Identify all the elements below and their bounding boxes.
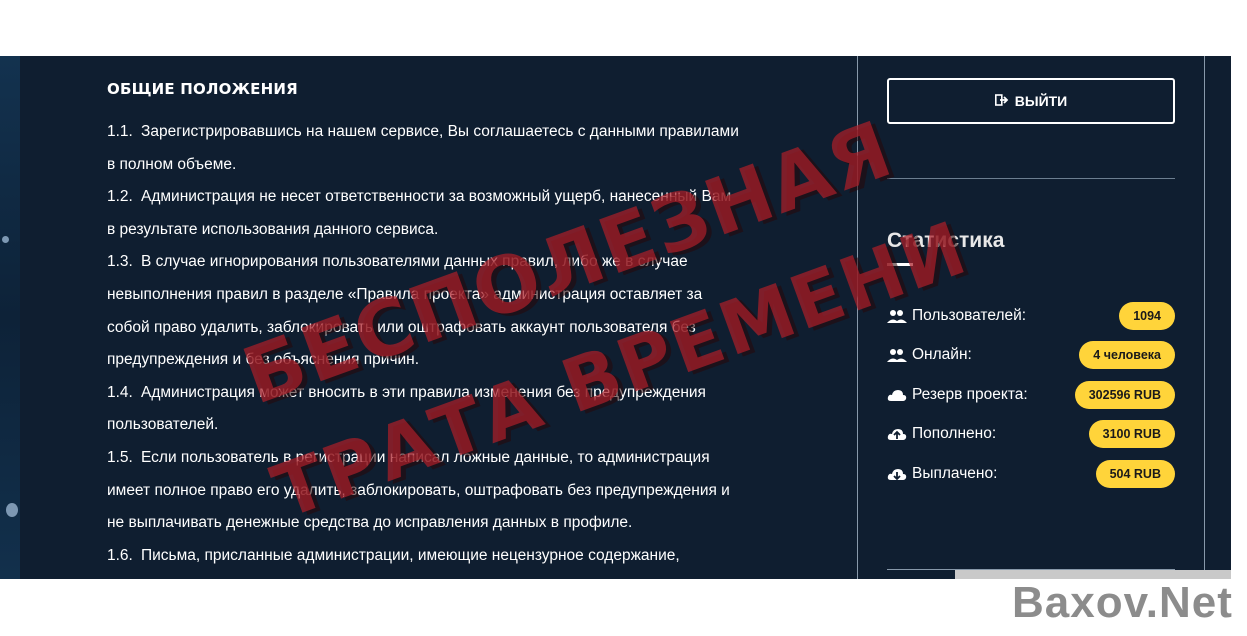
- rule-text: в полном объеме.: [107, 155, 237, 173]
- rule-number: 1.3.: [107, 253, 133, 271]
- rules-lines: 1.1. Зарегистрировавшись на нашем сервисе…: [107, 116, 827, 572]
- stat-row: Пользователей: 1094: [887, 296, 1175, 336]
- rule-number: 1.1.: [107, 123, 133, 140]
- decor-dot: [2, 236, 9, 243]
- decor-dot: [6, 503, 18, 517]
- rule-text: в результате использования данного серви…: [107, 220, 439, 238]
- sidebar: ВЫЙТИ Статистика Пользователей: 1094 Онлай…: [887, 78, 1175, 494]
- column-divider-right: [1204, 56, 1205, 579]
- stat-label-wrap: Онлайн:: [887, 346, 972, 364]
- stat-label-wrap: Выплачено:: [887, 465, 997, 483]
- rule-line: 1.1. Зарегистрировавшись на нашем сервисе…: [107, 116, 827, 149]
- rule-text: Администрация не несет ответственности з…: [141, 188, 732, 206]
- rule-line: 1.2. Администрация не несет ответственнос…: [107, 181, 827, 214]
- stats-list: Пользователей: 1094 Онлайн: 4 человека Резер…: [887, 296, 1175, 494]
- stat-row: Пополнено: 3100 RUB: [887, 415, 1175, 455]
- rule-line: собой право удалить, заблокировать или о…: [107, 312, 827, 345]
- stat-value-badge: 302596 RUB: [1074, 380, 1175, 409]
- sign-out-icon: [994, 93, 1009, 109]
- rule-line: 1.6. Письма, присланные администрации, им…: [107, 540, 827, 573]
- stat-value-badge: 1094: [1119, 301, 1175, 330]
- stat-label: Резерв проекта:: [912, 385, 1028, 403]
- rule-text: Письма, присланные администрации, имеющи…: [141, 546, 680, 564]
- stat-row: Выплачено: 504 RUB: [887, 454, 1175, 494]
- rule-text: В случае игнорирования пользователями да…: [141, 253, 688, 271]
- rule-line: в результате использования данного серви…: [107, 214, 827, 247]
- cloud-download-icon: [887, 467, 907, 481]
- stat-row: Онлайн: 4 человека: [887, 336, 1175, 376]
- rule-text: Зарегистрировавшись на нашем сервисе, Вы…: [141, 123, 739, 140]
- users-icon: [887, 348, 907, 363]
- rule-text: Если пользователь в регистрации написал …: [141, 448, 710, 466]
- rule-line: имеет полное право его удалить, заблокир…: [107, 475, 827, 508]
- rules-content: ОБЩИЕ ПОЛОЖЕНИЯ 1.1. Зарегистрировавшись …: [107, 80, 827, 572]
- right-edge-strip: [1231, 56, 1247, 579]
- stat-label: Пользователей:: [912, 306, 1027, 324]
- rule-text: невыполнения правил в разделе «Правила п…: [107, 285, 703, 303]
- stat-label-wrap: Резерв проекта:: [887, 386, 1028, 404]
- rule-number: 1.6.: [107, 546, 133, 564]
- rule-line: 1.4. Администрация может вносить в эти пр…: [107, 377, 827, 410]
- stats-title-underline: [887, 263, 913, 266]
- sidebar-divider: [887, 178, 1175, 179]
- rule-line: в полном объеме.: [107, 149, 827, 182]
- logout-button[interactable]: ВЫЙТИ: [887, 78, 1175, 124]
- stat-row: Резерв проекта: 302596 RUB: [887, 375, 1175, 415]
- left-decoration: [0, 56, 20, 579]
- column-divider: [857, 56, 858, 579]
- stat-label: Выплачено:: [912, 464, 998, 482]
- users-icon: [887, 309, 907, 323]
- stat-label: Пополнено:: [912, 425, 997, 443]
- rule-number: 1.5.: [107, 448, 133, 466]
- stat-label-wrap: Пополнено:: [887, 425, 996, 443]
- rule-text: имеет полное право его удалить, заблокир…: [107, 481, 730, 499]
- rule-text: пользователей.: [107, 416, 219, 434]
- rule-line: невыполнения правил в разделе «Правила п…: [107, 279, 827, 312]
- stats-title: Статистика: [887, 229, 1005, 252]
- stat-value-badge: 4 человека: [1079, 341, 1175, 370]
- watermark-logo: Baxov.Net: [1012, 578, 1233, 627]
- rule-number: 1.4.: [107, 383, 133, 401]
- section-title: ОБЩИЕ ПОЛОЖЕНИЯ: [107, 80, 298, 98]
- rule-line: не выплачивать денежные средства до испр…: [107, 507, 827, 540]
- stat-value-badge: 504 RUB: [1095, 459, 1175, 488]
- rule-text: Администрация может вносить в эти правил…: [141, 383, 706, 401]
- stat-value-badge: 3100 RUB: [1088, 420, 1175, 449]
- rule-line: пользователей.: [107, 409, 827, 442]
- rule-number: 1.2.: [107, 188, 133, 206]
- stat-label-wrap: Пользователей:: [887, 307, 1026, 325]
- rule-line: 1.3. В случае игнорирования пользователям…: [107, 246, 827, 279]
- right-edge-tab: [1236, 354, 1247, 380]
- cloud-icon: [887, 388, 907, 402]
- logout-label: ВЫЙТИ: [1014, 93, 1068, 109]
- stat-label: Онлайн:: [912, 346, 972, 364]
- screenshot-frame: ОБЩИЕ ПОЛОЖЕНИЯ 1.1. Зарегистрировавшись …: [0, 56, 1247, 579]
- rule-line: 1.5. Если пользователь в регистрации напи…: [107, 442, 827, 475]
- rule-text: предупреждения и без объяснения причин.: [107, 351, 420, 369]
- rule-text: собой право удалить, заблокировать или о…: [107, 318, 696, 336]
- rule-line: предупреждения и без объяснения причин.: [107, 344, 827, 377]
- rule-text: не выплачивать денежные средства до испр…: [107, 514, 633, 532]
- cloud-upload-icon: [887, 427, 907, 441]
